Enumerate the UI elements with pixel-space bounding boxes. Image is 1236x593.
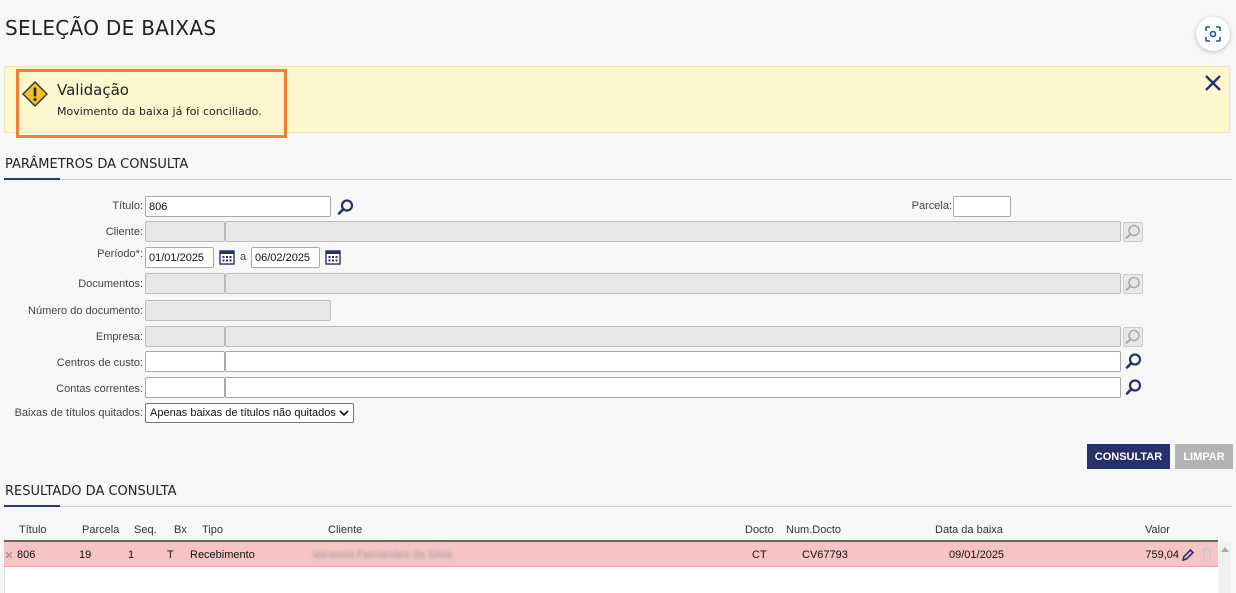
scroll-up-icon[interactable] (1221, 546, 1229, 552)
table-body-empty (4, 567, 1218, 593)
chevron-down-icon (339, 410, 349, 417)
centros-code-input[interactable] (145, 351, 225, 372)
cell-docto: CT (752, 549, 767, 561)
search-icon (1125, 224, 1140, 239)
warning-icon (22, 81, 48, 107)
section-accent (4, 178, 60, 180)
edit-icon[interactable] (1181, 548, 1195, 562)
limpar-button[interactable]: LIMPAR (1175, 444, 1233, 469)
error-marker-icon (6, 552, 12, 558)
calendar-icon[interactable] (219, 249, 235, 265)
col-header-bx: Bx (174, 524, 187, 536)
col-header-docto: Docto (745, 524, 774, 536)
consultar-button[interactable]: CONSULTAR (1087, 444, 1170, 469)
search-icon[interactable] (1125, 352, 1143, 370)
scrollbar[interactable] (1219, 542, 1231, 593)
table-row[interactable]: 806 19 1 T Recebimento Vanessa Fernandes… (4, 542, 1218, 567)
results-section-title: RESULTADO DA CONSULTA (5, 484, 177, 499)
col-header-num-docto: Num.Docto (786, 524, 842, 536)
baixas-label: Baixas de títulos quitados: (14, 407, 143, 419)
cell-num-docto: CV67793 (802, 549, 848, 561)
trash-icon[interactable] (1201, 547, 1213, 561)
documentos-code-field (145, 273, 225, 294)
parcela-label: Parcela: (911, 200, 952, 212)
calendar-icon[interactable] (325, 249, 341, 265)
empresa-code-field (145, 326, 225, 347)
cliente-code-field (145, 221, 225, 242)
contas-code-input[interactable] (145, 377, 225, 398)
col-header-valor: Valor (1145, 524, 1170, 536)
scan-button[interactable] (1196, 17, 1230, 51)
divider (4, 506, 1232, 507)
numero-doc-field (145, 300, 331, 321)
validation-alert: Validação Movimento da baixa já foi conc… (4, 66, 1230, 138)
periodo-label: Período*: (97, 248, 143, 260)
periodo-to-input[interactable] (251, 247, 320, 268)
documentos-name-field (225, 273, 1121, 294)
empresa-name-field (225, 326, 1121, 347)
cliente-label: Cliente: (105, 226, 143, 238)
baixas-selected-value: Apenas baixas de títulos não quitados (150, 407, 336, 419)
cell-parcela: 19 (79, 549, 92, 561)
search-icon (1125, 329, 1140, 344)
close-icon[interactable] (1203, 73, 1223, 93)
col-header-titulo: Título (19, 524, 47, 536)
cell-titulo: 806 (17, 549, 36, 561)
cell-seq: 1 (128, 549, 135, 561)
contas-name-input[interactable] (225, 377, 1121, 398)
periodo-separator: a (240, 251, 247, 263)
titulo-label: Título: (112, 200, 143, 212)
alert-title: Validação (57, 81, 129, 99)
section-accent (4, 505, 60, 507)
periodo-from-input[interactable] (145, 247, 214, 268)
documentos-search-button (1123, 274, 1143, 294)
col-header-parcela: Parcela (82, 524, 120, 536)
cliente-search-button (1123, 222, 1143, 242)
numero-doc-label: Número do documento: (28, 305, 143, 317)
documentos-label: Documentos: (78, 278, 143, 290)
contas-label: Contas correntes: (56, 383, 143, 395)
col-header-cliente: Cliente (328, 524, 363, 536)
results-table: Título Parcela Seq. Bx Tipo Cliente Doct… (4, 517, 1232, 593)
empresa-label: Empresa: (95, 331, 143, 343)
search-icon[interactable] (337, 198, 355, 216)
scan-icon (1205, 26, 1221, 42)
cell-valor: 759,04 (1145, 549, 1179, 561)
col-header-seq: Seq. (134, 524, 157, 536)
col-header-data-baixa: Data da baixa (935, 524, 1003, 536)
empresa-search-button (1123, 327, 1143, 347)
titulo-input[interactable] (145, 196, 331, 217)
baixas-select[interactable]: Apenas baixas de títulos não quitados (145, 403, 354, 423)
divider (4, 179, 1232, 180)
centros-label: Centros de custo: (56, 357, 143, 369)
col-header-tipo: Tipo (202, 524, 223, 536)
parcela-input[interactable] (953, 196, 1011, 217)
cell-cliente: Vanessa Fernandes da Silva (312, 549, 452, 561)
params-section-title: PARÂMETROS DA CONSULTA (5, 157, 189, 172)
cell-tipo: Recebimento (190, 549, 255, 561)
alert-highlight-box (16, 69, 287, 138)
cell-bx: T (167, 549, 174, 561)
search-icon (1125, 276, 1140, 291)
search-icon[interactable] (1125, 378, 1143, 396)
alert-message: Movimento da baixa já foi conciliado. (57, 105, 262, 118)
cell-data-baixa: 09/01/2025 (949, 549, 1005, 561)
page-title: SELEÇÃO DE BAIXAS (5, 16, 217, 40)
centros-name-input[interactable] (225, 351, 1121, 372)
cliente-name-field (225, 221, 1121, 242)
